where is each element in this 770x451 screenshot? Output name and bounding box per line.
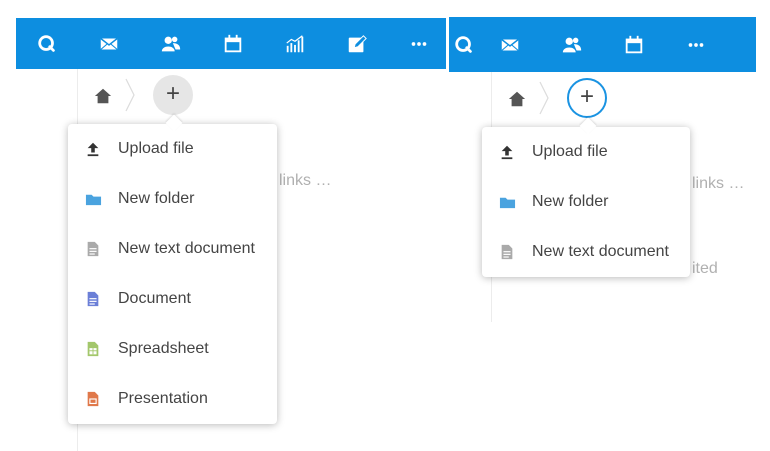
menu-item-label: New folder xyxy=(532,193,609,210)
mail-icon[interactable] xyxy=(479,17,541,72)
contacts-icon[interactable] xyxy=(541,17,603,72)
menu-item-label: New folder xyxy=(118,190,195,207)
mail-icon[interactable] xyxy=(78,18,140,69)
menu-item-spreadsheet[interactable]: Spreadsheet xyxy=(68,324,277,374)
spreadsheet-icon xyxy=(84,340,102,358)
home-icon[interactable] xyxy=(93,86,113,106)
new-file-menu: Upload file New folder New text document xyxy=(482,127,690,277)
more-icon[interactable] xyxy=(665,17,727,72)
new-button[interactable]: + xyxy=(567,78,607,118)
background-text: ited xyxy=(692,260,718,277)
menu-item-label: Spreadsheet xyxy=(118,340,209,357)
menu-item-document[interactable]: Document xyxy=(68,274,277,324)
app-topbar-left xyxy=(16,18,446,69)
contacts-icon[interactable] xyxy=(140,18,202,69)
menu-item-label: New text document xyxy=(118,240,255,257)
menu-item-new-text-document[interactable]: New text document xyxy=(482,227,690,277)
menu-item-new-folder[interactable]: New folder xyxy=(482,177,690,227)
home-icon[interactable] xyxy=(507,89,527,109)
new-button[interactable]: + xyxy=(153,75,193,115)
new-file-menu: Upload file New folder New text document… xyxy=(68,124,277,424)
menu-item-new-text-document[interactable]: New text document xyxy=(68,224,277,274)
menu-item-label: Upload file xyxy=(118,140,194,157)
menu-item-upload-file[interactable]: Upload file xyxy=(482,127,690,177)
upload-icon xyxy=(84,140,102,158)
menu-item-upload-file[interactable]: Upload file xyxy=(68,124,277,174)
menu-item-label: New text document xyxy=(532,243,669,260)
text-document-icon xyxy=(498,243,516,261)
menu-item-label: Document xyxy=(118,290,191,307)
breadcrumb-separator xyxy=(539,81,549,115)
background-text: links … xyxy=(279,172,332,189)
search-icon[interactable] xyxy=(16,18,78,69)
more-icon[interactable] xyxy=(388,18,450,69)
search-icon[interactable] xyxy=(449,17,479,72)
presentation-icon xyxy=(84,390,102,408)
menu-item-new-folder[interactable]: New folder xyxy=(68,174,277,224)
folder-icon xyxy=(84,190,102,208)
text-document-icon xyxy=(84,240,102,258)
document-icon xyxy=(84,290,102,308)
menu-item-presentation[interactable]: Presentation xyxy=(68,374,277,424)
upload-icon xyxy=(498,143,516,161)
calendar-icon[interactable] xyxy=(202,18,264,69)
background-text: links … xyxy=(692,175,745,192)
folder-icon xyxy=(498,193,516,211)
notes-icon[interactable] xyxy=(326,18,388,69)
activity-icon[interactable] xyxy=(264,18,326,69)
breadcrumb-separator xyxy=(125,78,135,112)
app-topbar-right xyxy=(449,17,756,72)
calendar-icon[interactable] xyxy=(603,17,665,72)
menu-item-label: Upload file xyxy=(532,143,608,160)
menu-item-label: Presentation xyxy=(118,390,208,407)
